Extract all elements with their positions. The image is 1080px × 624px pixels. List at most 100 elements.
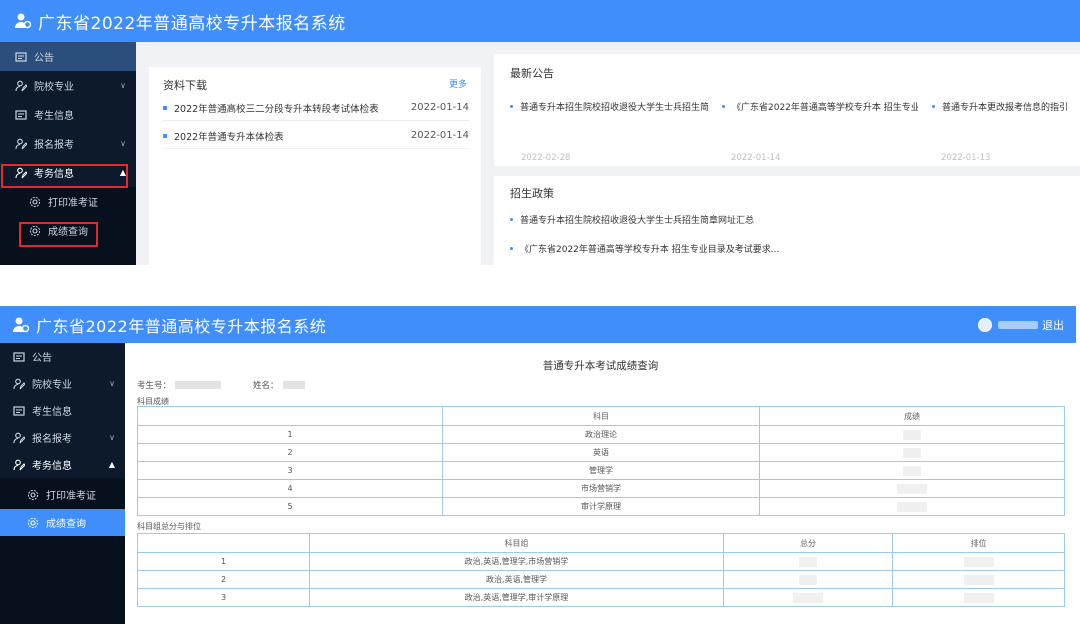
- bullet-icon: [163, 105, 167, 110]
- sidebar-item-candidate-info[interactable]: 考生信息: [0, 100, 136, 129]
- bullet-icon: [722, 105, 725, 108]
- sidebar-subitem-print-admission[interactable]: 打印准考证: [0, 187, 136, 216]
- redacted-rank: [892, 552, 1065, 571]
- gear-icon: [28, 224, 41, 237]
- notices-title: 最新公告: [510, 67, 554, 80]
- name-label: 姓名：: [253, 381, 279, 391]
- list-item[interactable]: 《广东省2022年普通高等学校专升本 招生专业目录及考试要求...: [510, 242, 779, 255]
- row-number: 3: [137, 461, 443, 480]
- row-number: 4: [137, 479, 443, 498]
- page-title: 普通专升本考试成绩查询: [542, 360, 659, 372]
- download-date: 2022-01-14: [410, 102, 469, 113]
- sidebar-item-announcement[interactable]: 公告: [0, 42, 136, 71]
- list-item[interactable]: 普通专升本更改报考信息的指引: [932, 100, 1080, 113]
- downloads-title: 资料下载: [163, 79, 207, 92]
- column-header: 总分: [723, 533, 893, 553]
- user-logo-icon: [12, 316, 30, 334]
- table-row: 4 市场营销学: [137, 479, 1065, 498]
- redacted-rank: [892, 588, 1065, 607]
- row-number: 2: [137, 443, 443, 462]
- announcement-icon: [14, 50, 27, 63]
- sidebar-item-label: 成绩查询: [48, 227, 88, 238]
- subjects-table: 科目 成绩 1 政治理论 2 英语 3 管理学 4 市场营销学 5 审计学原理: [137, 406, 1065, 516]
- chevron-down-icon: ∨: [109, 433, 115, 442]
- row-number: 5: [137, 497, 443, 516]
- table-header-row: 科目 成绩: [137, 406, 1065, 426]
- column-header: [137, 406, 443, 426]
- group-name: 政治,英语,管理学,市场营销学: [309, 552, 724, 571]
- sidebar: 公告 院校专业 ∨ 考生信息 报名报考 ∨ 考务信息 ▲ 打印准考证 成绩查询: [0, 42, 136, 265]
- app-title: 广东省2022年普通高校专升本报名系统: [38, 13, 346, 34]
- redacted-rank: [892, 570, 1065, 589]
- user-menu[interactable]: 退出: [978, 317, 1064, 333]
- redacted-score: [759, 461, 1065, 480]
- table-header-row: 科目组 总分 排位: [137, 533, 1065, 553]
- sidebar-item-exam-affairs[interactable]: 考务信息 ▲: [0, 158, 136, 187]
- bullet-icon: [510, 218, 513, 221]
- sidebar-subitem-score-query[interactable]: 成绩查询: [0, 509, 125, 536]
- list-item[interactable]: 2022年普通高校三二分段专升本转段考试体检表 2022-01-14: [163, 95, 469, 121]
- redacted-total: [723, 570, 893, 589]
- policy-panel: 招生政策 普通专升本招生院校招收退役大学生士兵招生简章网址汇总 《广东省2022…: [494, 176, 1080, 265]
- chevron-up-icon: ▲: [108, 460, 115, 469]
- notices-panel: 最新公告 普通专升本招生院校招收退役大学生士兵招生简 《广东省2022年普通高等…: [494, 54, 1080, 166]
- sidebar-item-label: 院校专业: [34, 82, 74, 93]
- list-item[interactable]: 2022年普通专升本体检表 2022-01-14: [163, 123, 469, 149]
- list-item[interactable]: 普通专升本招生院校招收退役大学生士兵招生简: [510, 100, 708, 113]
- user-edit-icon: [14, 79, 27, 92]
- list-item[interactable]: 《广东省2022年普通高等学校专升本 招生专业目: [722, 100, 918, 113]
- sidebar-item-colleges[interactable]: 院校专业 ∨: [0, 71, 136, 100]
- sidebar-item-label: 考务信息: [34, 169, 74, 180]
- table-row: 5 审计学原理: [137, 497, 1065, 516]
- column-header: 科目组: [309, 533, 724, 553]
- sidebar-item-label: 打印准考证: [46, 491, 96, 502]
- gear-icon: [26, 516, 39, 529]
- notice-date: 2022-01-13: [941, 153, 991, 163]
- sidebar-item-candidate-info[interactable]: 考生信息: [0, 397, 125, 424]
- user-edit-icon: [14, 166, 27, 179]
- sidebar-filler: [0, 245, 136, 265]
- redacted-score: [759, 497, 1065, 516]
- sidebar-item-registration[interactable]: 报名报考 ∨: [0, 129, 136, 158]
- sidebar-subitem-score-query[interactable]: 成绩查询: [0, 216, 136, 245]
- bullet-icon: [163, 133, 167, 138]
- sidebar-item-registration[interactable]: 报名报考 ∨: [0, 424, 125, 451]
- sidebar-item-exam-affairs[interactable]: 考务信息 ▲: [0, 451, 125, 478]
- logout-link[interactable]: 退出: [1042, 317, 1064, 333]
- subject-name: 政治理论: [442, 425, 760, 444]
- top-bar: 广东省2022年普通高校专升本报名系统: [0, 0, 1080, 42]
- chevron-up-icon: ▲: [119, 168, 126, 177]
- avatar: [978, 318, 992, 332]
- candidate-no-label: 考生号：: [137, 381, 172, 391]
- user-edit-icon: [14, 137, 27, 150]
- chevron-down-icon: ∨: [120, 139, 126, 148]
- redacted-candidate-no: [175, 381, 222, 389]
- user-edit-icon: [12, 458, 25, 471]
- sidebar-item-label: 考务信息: [32, 461, 72, 472]
- redacted-score: [759, 479, 1065, 498]
- row-number: 2: [137, 570, 310, 589]
- table-row: 2 英语: [137, 443, 1065, 462]
- download-title: 2022年普通高校三二分段专升本转段考试体检表: [174, 103, 379, 115]
- app-title: 广东省2022年普通高校专升本报名系统: [36, 316, 327, 336]
- row-number: 1: [137, 425, 443, 444]
- list-item[interactable]: 普通专升本招生院校招收退役大学生士兵招生简章网址汇总: [510, 213, 754, 226]
- sidebar-item-label: 公告: [34, 53, 54, 64]
- table-row: 1 政治,英语,管理学,市场营销学: [137, 552, 1065, 571]
- download-title: 2022年普通专升本体检表: [174, 131, 284, 143]
- bullet-icon: [932, 105, 935, 108]
- downloads-more-link[interactable]: 更多: [449, 77, 467, 90]
- notice-title: 普通专升本更改报考信息的指引: [942, 103, 1069, 113]
- column-header: 科目: [442, 406, 760, 426]
- notice-title: 《广东省2022年普通高等学校专升本 招生专业目: [732, 103, 918, 113]
- redacted-score: [759, 443, 1065, 462]
- id-card-icon: [12, 404, 25, 417]
- notice-date: 2022-01-14: [731, 153, 781, 163]
- sidebar-item-label: 报名报考: [34, 140, 74, 151]
- table-row: 1 政治理论: [137, 425, 1065, 444]
- sidebar-item-colleges[interactable]: 院校专业 ∨: [0, 370, 125, 397]
- sidebar-item-announcement[interactable]: 公告: [0, 343, 125, 370]
- redacted-total: [723, 552, 893, 571]
- score-query-content: 普通专升本考试成绩查询 考生号： 姓名： 科目成绩 科目 成绩 1 政治理论 2英…: [125, 343, 1076, 624]
- sidebar-subitem-print-admission[interactable]: 打印准考证: [0, 481, 125, 508]
